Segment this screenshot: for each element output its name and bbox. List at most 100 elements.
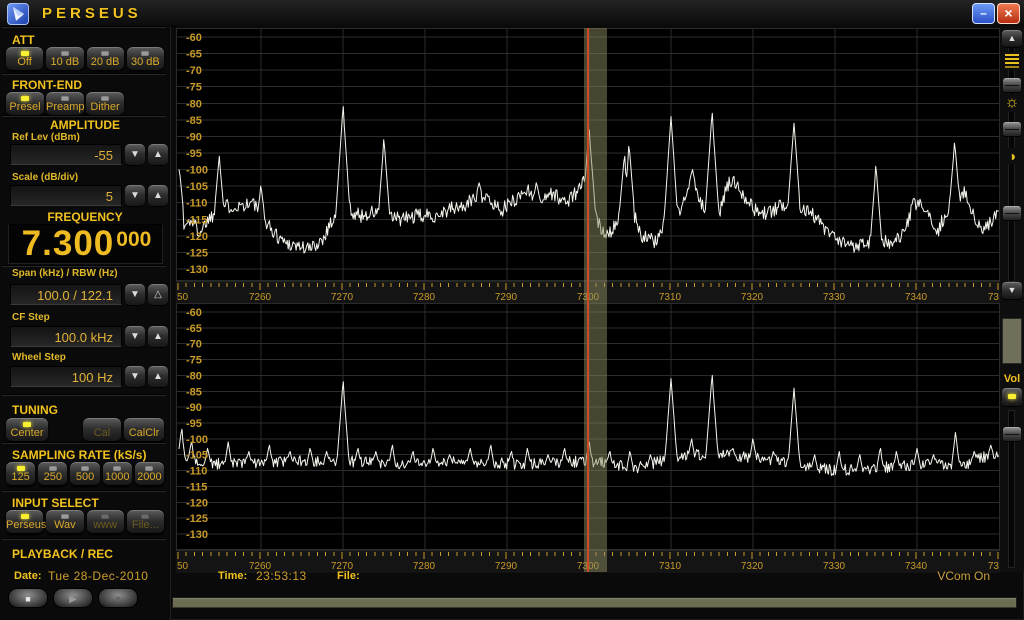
db-axis-label: -115 [186, 481, 207, 493]
sr-button-125[interactable]: 125 [6, 462, 35, 486]
span-field[interactable]: 100.0 / 122.1 [10, 284, 122, 305]
frequency-axis-label: 73 [988, 292, 1000, 303]
sr-button-2000[interactable]: 2000 [135, 462, 164, 486]
cf-step-field[interactable]: 100.0 kHz [10, 326, 122, 347]
play-button[interactable]: ▶ [53, 588, 93, 608]
in-button-file-[interactable]: File... [127, 510, 164, 534]
db-axis-label: -75 [186, 82, 202, 94]
db-axis-label: -80 [186, 98, 202, 110]
playback-progress-bar[interactable] [172, 597, 1017, 608]
db-axis-label: -70 [186, 65, 202, 77]
ref-lev-up-button[interactable]: ▲ [148, 144, 168, 166]
fe-button-preamp[interactable]: Preamp [46, 92, 84, 116]
mute-button[interactable] [1002, 388, 1022, 407]
close-button[interactable]: × [997, 3, 1020, 24]
db-axis-label: -70 [186, 339, 202, 351]
button-label: 20 dB [87, 56, 124, 68]
cf-step-up-button[interactable]: ▲ [148, 326, 168, 348]
button-label: 2000 [135, 471, 164, 483]
front-end-header: FRONT-END [0, 78, 170, 92]
contrast-icon[interactable]: ◑ [1000, 148, 1024, 164]
frequency-axis-label: 7260 [249, 292, 272, 303]
ref-lev-down-button[interactable]: ▼ [125, 144, 145, 166]
button-label: Cal [83, 427, 121, 439]
db-axis-label: -125 [186, 513, 208, 525]
fe-button-presel[interactable]: Presel [6, 92, 44, 116]
record-icon: ● [115, 593, 122, 605]
second-spectrum-plot[interactable]: -60-65-70-75-80-85-90-95-100-105-110-115… [176, 303, 1000, 550]
record-button[interactable]: ● [98, 588, 138, 608]
db-axis-label: -130 [186, 529, 208, 541]
slider-thumb-3[interactable] [1003, 206, 1021, 221]
scale-label: Scale (dB/div) [0, 172, 170, 183]
frequency-display[interactable]: 7.300000 [8, 224, 163, 264]
input-select-header: INPUT SELECT [0, 496, 170, 510]
tun-button-center[interactable]: Center [6, 418, 48, 442]
slider-thumb-2[interactable] [1003, 122, 1021, 137]
button-label: Perseus [6, 519, 43, 531]
main-spectrum-plot[interactable]: -60-65-70-75-80-85-90-95-100-105-110-115… [176, 28, 1000, 281]
in-button-www[interactable]: www [87, 510, 124, 534]
slider-thumb-1[interactable] [1003, 78, 1021, 93]
button-label: Center [6, 427, 48, 439]
tun-button-calclr[interactable]: CalClr [124, 418, 164, 442]
frequency-axis-label: 7330 [823, 292, 846, 303]
app-logo-icon [7, 3, 29, 25]
span-up-button[interactable]: △ [148, 284, 168, 306]
scroll-up-button[interactable]: ▲ [1002, 30, 1022, 48]
in-button-perseus[interactable]: Perseus [6, 510, 43, 534]
play-icon: ▶ [69, 594, 77, 605]
sr-button-500[interactable]: 500 [70, 462, 99, 486]
db-axis-label: -125 [186, 247, 208, 259]
sr-button-250[interactable]: 250 [38, 462, 67, 486]
time-label: Time: [218, 570, 247, 582]
frequency-axis-label: 7270 [331, 292, 354, 303]
scale-down-button[interactable]: ▼ [125, 185, 145, 207]
in-button-wav[interactable]: Wav [46, 510, 83, 534]
volume-slider-thumb[interactable] [1003, 427, 1021, 442]
wheel-step-field[interactable]: 100 Hz [10, 366, 122, 387]
minimize-button[interactable]: – [972, 3, 995, 24]
button-label: File... [127, 519, 164, 531]
tun-button-cal[interactable]: Cal [83, 418, 121, 442]
db-axis-label: -95 [186, 148, 202, 160]
db-axis-label: -105 [186, 181, 208, 193]
stop-button[interactable]: ■ [8, 588, 48, 608]
frequency-axis-label: 7310 [659, 292, 682, 303]
db-axis-label: -120 [186, 231, 208, 243]
scroll-down-button[interactable]: ▼ [1002, 282, 1022, 300]
button-label: 1000 [103, 471, 132, 483]
file-label: File: [337, 570, 360, 582]
button-label: Wav [46, 519, 83, 531]
vcom-status: VCom On [937, 569, 990, 583]
spectrum-lines-icon[interactable] [1000, 52, 1024, 70]
brightness-icon[interactable]: ☼ [1000, 94, 1024, 112]
db-axis-label: -95 [186, 418, 202, 430]
cf-step-down-button[interactable]: ▼ [125, 326, 145, 348]
frequency-axis-label: 7290 [495, 292, 518, 303]
spectrum-region: -60-65-70-75-80-85-90-95-100-105-110-115… [176, 26, 1000, 572]
playback-buttons: ■ ▶ ● [8, 588, 138, 608]
db-axis-label: -60 [186, 32, 202, 44]
att-button-30-db[interactable]: 30 dB [127, 47, 164, 71]
date-label: Date: [14, 570, 42, 582]
stop-icon: ■ [25, 594, 30, 604]
db-axis-label: -115 [186, 214, 207, 226]
wheel-step-up-button[interactable]: ▲ [148, 366, 168, 388]
sr-button-1000[interactable]: 1000 [103, 462, 132, 486]
date-value: Tue 28-Dec-2010 [48, 569, 148, 583]
fe-button-dither[interactable]: Dither [86, 92, 124, 116]
db-axis-label: -60 [186, 307, 202, 319]
att-button-off[interactable]: Off [6, 47, 43, 71]
button-label: 500 [70, 471, 99, 483]
ref-lev-field[interactable]: -55 [10, 144, 122, 165]
scale-field[interactable]: 5 [10, 185, 122, 206]
att-button-20-db[interactable]: 20 dB [87, 47, 124, 71]
frequency-axis-label: 7340 [905, 292, 928, 303]
att-button-10-db[interactable]: 10 dB [46, 47, 83, 71]
db-axis-label: -110 [186, 466, 207, 478]
frequency-sub-digits: 000 [116, 228, 151, 251]
wheel-step-down-button[interactable]: ▼ [125, 366, 145, 388]
scale-up-button[interactable]: ▲ [148, 185, 168, 207]
span-down-button[interactable]: ▼ [125, 284, 145, 306]
